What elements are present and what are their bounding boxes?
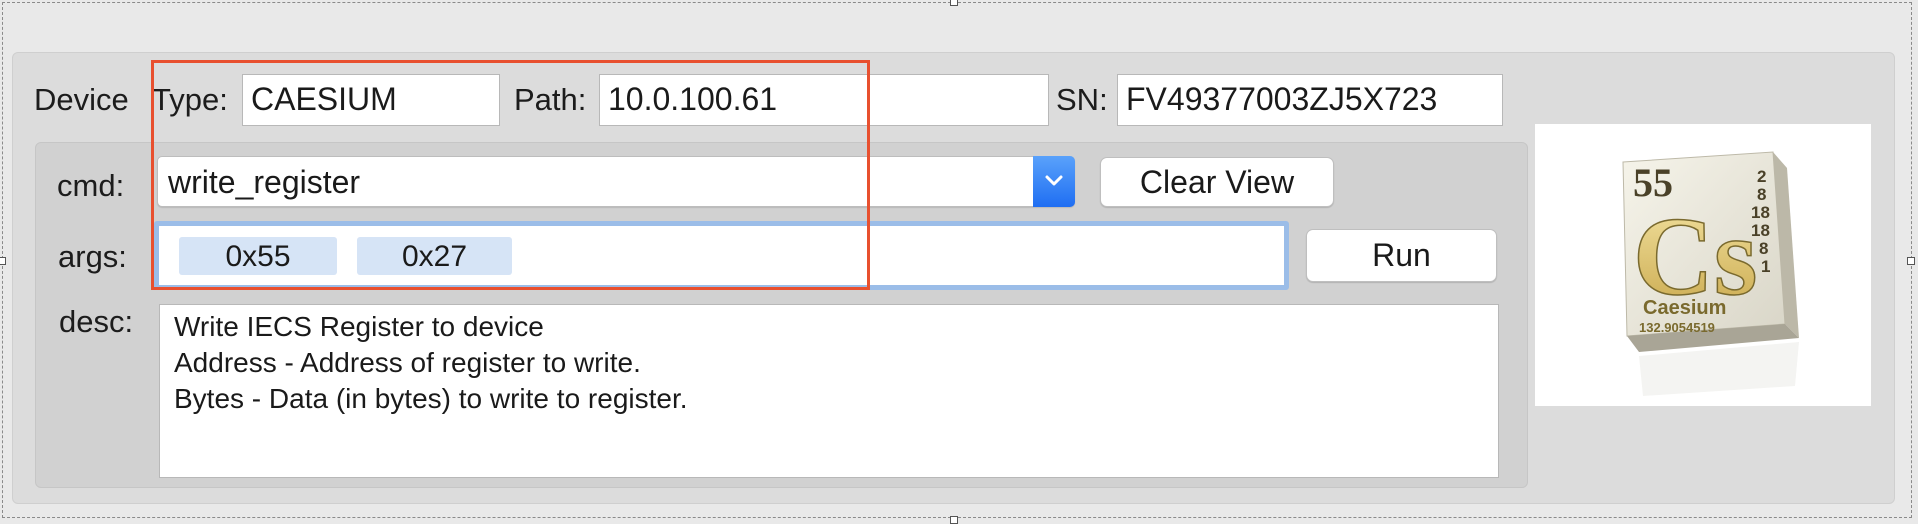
resize-handle-top[interactable] (950, 0, 958, 6)
resize-handle-right[interactable] (1907, 257, 1915, 265)
run-button[interactable]: Run (1306, 229, 1497, 282)
desc-line: Address - Address of register to write. (174, 347, 641, 378)
atomic-mass-text: 132.9054519 (1639, 320, 1715, 335)
highlight-rectangle (151, 60, 870, 290)
electron-shell-text: 8 (1759, 239, 1768, 258)
caesium-logo: 55 Cs Caesium 132.9054519 2 8 18 18 8 1 (1535, 124, 1871, 406)
resize-handle-left[interactable] (0, 257, 6, 265)
electron-shell-text: 8 (1757, 185, 1766, 204)
chevron-down-icon (1045, 175, 1063, 186)
electron-shell-text: 2 (1757, 167, 1766, 186)
sn-label: SN: (1056, 82, 1108, 117)
resize-handle-bottom[interactable] (950, 516, 958, 524)
device-label: Device (34, 82, 129, 117)
args-label: args: (58, 239, 127, 274)
clear-view-button[interactable]: Clear View (1100, 157, 1334, 207)
desc-line: Write IECS Register to device (174, 311, 544, 342)
desc-label: desc: (59, 304, 134, 339)
sn-field[interactable]: FV49377003ZJ5X723 (1117, 74, 1503, 126)
dropdown-arrow-button[interactable] (1033, 156, 1075, 207)
desc-line: Bytes - Data (in bytes) to write to regi… (174, 383, 688, 414)
element-name-text: Caesium (1643, 297, 1726, 319)
electron-shell-text: 1 (1761, 257, 1770, 276)
electron-shell-text: 18 (1751, 221, 1770, 240)
description-box[interactable]: Write IECS Register to device Address - … (159, 304, 1499, 478)
electron-shell-text: 18 (1751, 203, 1770, 222)
caesium-tile-graphic: 55 Cs Caesium 132.9054519 2 8 18 18 8 1 (1622, 151, 1799, 396)
cmd-label: cmd: (57, 168, 125, 203)
